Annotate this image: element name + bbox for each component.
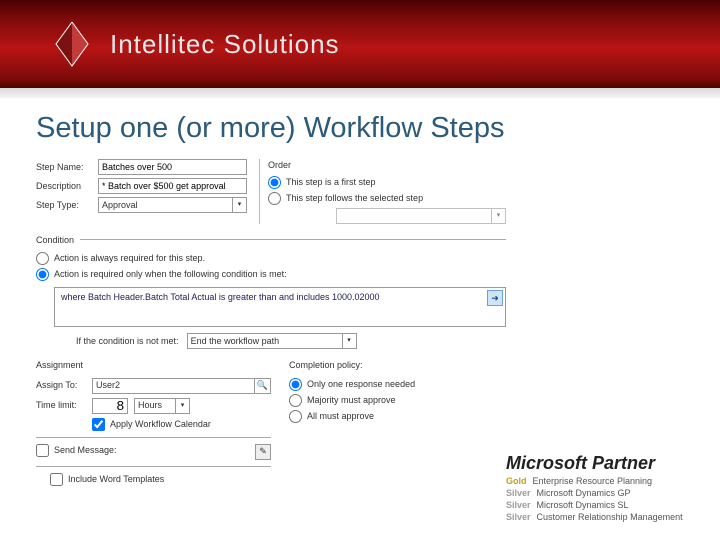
radio-cp-majority[interactable]: Majority must approve [289,394,506,407]
partner-competency: Microsoft Dynamics GP [537,488,631,498]
partner-competency: Customer Relationship Management [537,512,683,522]
page-title: Setup one (or more) Workflow Steps [36,112,684,145]
assign-to-value: User2 [93,379,254,392]
not-met-dropdown[interactable]: End the workflow path [187,333,357,349]
lookup-icon[interactable]: 🔍 [254,379,270,393]
radio-cp-majority-input[interactable] [289,394,302,407]
partner-line: Gold Enterprise Resource Planning [506,476,696,486]
completion-policy-label: Completion policy: [289,359,506,372]
include-templates-input[interactable] [50,473,63,486]
apply-calendar-label: Apply Workflow Calendar [110,418,211,431]
workflow-step-form: Step Name: Description Step Type: Approv… [36,159,506,489]
radio-conditional-label: Action is required only when the followi… [54,268,287,281]
radio-cp-one-label: Only one response needed [307,378,415,391]
partner-line: Silver Microsoft Dynamics SL [506,500,696,510]
radio-conditional-input[interactable] [36,268,49,281]
assignment-legend: Assignment [36,359,271,372]
edit-message-button[interactable]: ✎ [255,444,271,460]
assign-to-label: Assign To: [36,379,86,392]
include-templates-label: Include Word Templates [68,473,164,486]
partner-line: Silver Customer Relationship Management [506,512,696,522]
condition-group: Condition Action is always required for … [36,234,506,350]
radio-conditional-required[interactable]: Action is required only when the followi… [36,268,506,281]
brand-logo-icon [48,20,96,68]
partner-line: Silver Microsoft Dynamics GP [506,488,696,498]
radio-cp-all-label: All must approve [307,410,374,423]
partner-competency: Enterprise Resource Planning [533,476,653,486]
time-limit-unit-dropdown[interactable]: Hours [134,398,190,414]
condition-legend: Condition [36,234,80,247]
radio-cp-all-input[interactable] [289,410,302,423]
include-templates-checkbox[interactable]: Include Word Templates [50,473,271,486]
chevron-down-icon [342,334,356,348]
apply-calendar-checkbox[interactable]: Apply Workflow Calendar [92,418,271,431]
chevron-down-icon [491,209,505,223]
send-message-input[interactable] [36,444,49,457]
expand-condition-button[interactable] [487,290,503,306]
brand-banner: Intellitec Solutions [0,0,720,88]
chevron-down-icon [175,399,189,413]
step-name-input[interactable] [98,159,247,175]
brand-name: Intellitec Solutions [110,29,340,60]
assign-to-field[interactable]: User2 🔍 [92,378,271,394]
step-type-label: Step Type: [36,199,98,212]
radio-first-step[interactable]: This step is a first step [268,176,506,189]
chevron-down-icon [232,198,246,212]
not-met-label: If the condition is not met: [76,335,179,348]
radio-first-step-input[interactable] [268,176,281,189]
step-type-dropdown[interactable]: Approval [98,197,247,213]
condition-expression-text: where Batch Header.Batch Total Actual is… [61,292,380,302]
radio-first-step-label: This step is a first step [286,176,376,189]
radio-always-input[interactable] [36,252,49,265]
not-met-value: End the workflow path [191,335,280,348]
time-limit-label: Time limit: [36,399,86,412]
partner-badge: Microsoft Partner Gold Enterprise Resourc… [506,453,696,522]
step-name-label: Step Name: [36,161,98,174]
radio-cp-one-input[interactable] [289,378,302,391]
order-legend: Order [268,159,506,172]
partner-competency: Microsoft Dynamics SL [537,500,629,510]
selected-step-dropdown[interactable] [336,208,506,224]
partner-tier: Silver [506,500,531,510]
radio-cp-all[interactable]: All must approve [289,410,506,423]
time-limit-input[interactable] [92,398,128,414]
description-label: Description [36,180,98,193]
time-limit-unit-value: Hours [138,399,162,412]
description-input[interactable] [98,178,247,194]
partner-title: Microsoft Partner [506,453,696,474]
condition-expression-box[interactable]: where Batch Header.Batch Total Actual is… [54,287,506,327]
radio-follows-step-input[interactable] [268,192,281,205]
radio-always-required[interactable]: Action is always required for this step. [36,252,506,265]
send-message-label: Send Message: [54,444,117,457]
radio-always-label: Action is always required for this step. [54,252,205,265]
radio-follows-step-label: This step follows the selected step [286,192,423,205]
step-type-value: Approval [102,199,138,212]
send-message-checkbox[interactable]: Send Message: [36,444,245,457]
partner-tier: Silver [506,488,531,498]
partner-tier: Gold [506,476,527,486]
apply-calendar-input[interactable] [92,418,105,431]
partner-tier: Silver [506,512,531,522]
radio-follows-step[interactable]: This step follows the selected step [268,192,506,205]
radio-cp-majority-label: Majority must approve [307,394,396,407]
radio-cp-one[interactable]: Only one response needed [289,378,506,391]
